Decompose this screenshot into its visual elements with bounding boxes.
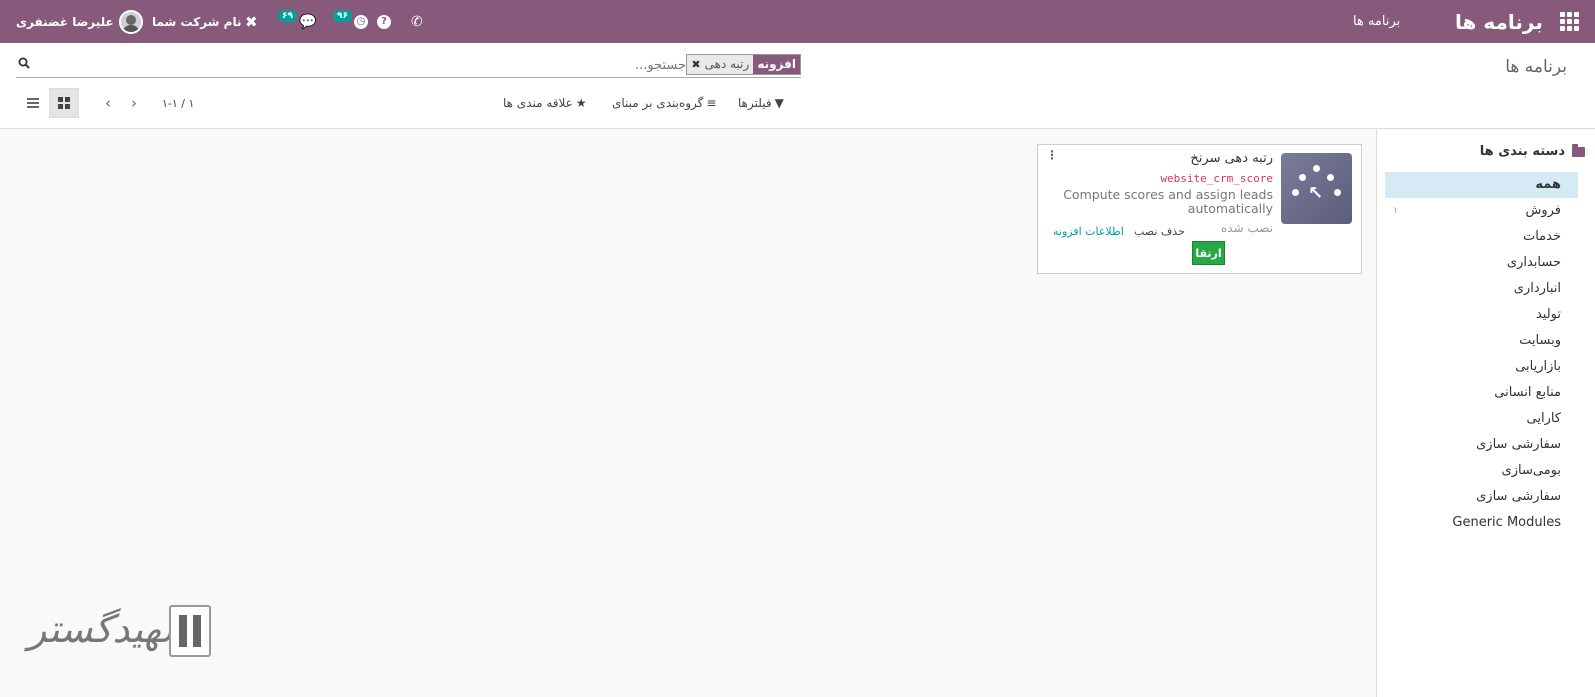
category-item[interactable]: سفارشی سازی	[1385, 432, 1578, 458]
user-name: علیرضا غضنفری	[16, 14, 114, 29]
filters-label: فیلترها	[738, 96, 772, 110]
category-item[interactable]: حسابداری	[1385, 250, 1578, 276]
kanban-view-button[interactable]	[49, 88, 79, 118]
search-icon[interactable]	[18, 57, 30, 73]
category-label: خدمات	[1522, 229, 1561, 244]
category-label: کارایی	[1526, 411, 1562, 426]
category-label: بومی‌سازی	[1501, 463, 1561, 478]
category-label: وبسایت	[1519, 333, 1561, 348]
category-item-all[interactable]: همه	[1385, 172, 1578, 198]
module-technical-name: website_crm_score	[1160, 172, 1273, 185]
activities-count-badge: ۹۶	[333, 9, 352, 22]
groupby-label: گروه‌بندی بر مبنای	[612, 96, 704, 110]
debug-tools-icon[interactable]: ✖	[245, 0, 258, 43]
watermark-logo: ﺷﻬﯿﺪﮔﺴﺘﺮ	[28, 605, 212, 667]
question-icon: ?	[377, 14, 391, 29]
category-item[interactable]: کارایی	[1385, 406, 1578, 432]
category-item[interactable]: بومی‌سازی	[1385, 458, 1578, 484]
module-status: نصب شده	[1221, 221, 1273, 235]
folder-icon	[1572, 143, 1585, 157]
favorites-label: علاقه مندی ها	[503, 96, 573, 110]
facet-value-text: رتبه دهی	[704, 57, 750, 71]
remove-facet-icon[interactable]: ✖	[691, 55, 700, 74]
filter-icon: ▼	[774, 96, 784, 110]
facet-label: افزونه	[753, 55, 800, 74]
category-item[interactable]: Generic Modules	[1385, 510, 1578, 536]
category-label: منابع انسانی	[1494, 385, 1561, 400]
category-label: تولید	[1535, 307, 1561, 322]
category-item[interactable]: سفارشی سازی	[1385, 484, 1578, 510]
module-description: Compute scores and assign leads automati…	[1063, 187, 1273, 216]
category-count: ۱	[1393, 206, 1398, 216]
menu-item-apps[interactable]: برنامه ها	[1353, 0, 1400, 43]
company-switcher[interactable]: نام شرکت شما	[152, 0, 241, 43]
help-button[interactable]: ?	[377, 0, 391, 43]
category-item[interactable]: وبسایت	[1385, 328, 1578, 354]
filters-dropdown[interactable]: فیلترها ▼	[738, 93, 784, 113]
module-info-link[interactable]: اطلاعات افزونه	[1053, 225, 1124, 238]
category-label: حسابداری	[1506, 255, 1561, 270]
category-label: انبارداری	[1513, 281, 1561, 296]
list-icon	[27, 96, 39, 110]
facet-value: ✖ رتبه دهی	[687, 55, 754, 74]
category-item[interactable]: بازاریابی	[1385, 354, 1578, 380]
app-brand-title[interactable]: برنامه ها	[1455, 0, 1543, 43]
upgrade-button[interactable]: ارتقا	[1192, 241, 1225, 265]
pager-next-icon[interactable]: ›	[131, 93, 137, 113]
category-label: سفارشی سازی	[1476, 437, 1561, 452]
star-icon: ★	[575, 96, 587, 110]
pager-value[interactable]: ۱-۱ / ۱	[162, 93, 194, 113]
category-list: همه فروش ۱ خدمات حسابداری انبارداری تولید…	[1385, 172, 1578, 536]
avatar	[118, 9, 143, 34]
pager-prev-icon[interactable]: ‹	[105, 93, 111, 113]
chat-bubbles-icon: 💬	[299, 13, 317, 30]
breadcrumb: برنامه ها	[1505, 57, 1567, 77]
card-dropdown-icon[interactable]: ⋮	[1046, 149, 1058, 161]
category-label: فروش	[1525, 203, 1561, 218]
apps-menu-icon[interactable]	[1560, 0, 1580, 43]
module-card[interactable]: ↖ ⋮ رتبه دهی سرنخ website_crm_score Comp…	[1037, 144, 1362, 274]
groupby-dropdown[interactable]: گروه‌بندی بر مبنای ≡	[612, 93, 716, 113]
category-label: همه	[1535, 177, 1561, 192]
messaging-menu[interactable]: ۶۹ 💬	[278, 0, 316, 43]
search-input[interactable]	[46, 55, 686, 75]
category-item[interactable]: منابع انسانی	[1385, 380, 1578, 406]
categories-header: دسته بندی ها	[1479, 143, 1585, 159]
category-label: سفارشی سازی	[1476, 489, 1561, 504]
kanban-grid-icon	[58, 97, 70, 109]
category-item[interactable]: فروش ۱	[1385, 198, 1578, 224]
arrow-up-left-icon: ↖	[1308, 183, 1324, 204]
category-item[interactable]: انبارداری	[1385, 276, 1578, 302]
watermark-emblem	[169, 605, 211, 657]
favorites-dropdown[interactable]: علاقه مندی ها ★	[503, 93, 587, 113]
category-item[interactable]: خدمات	[1385, 224, 1578, 250]
top-navbar: برنامه ها برنامه ها علیرضا غضنفری نام شر…	[0, 0, 1595, 43]
category-item[interactable]: تولید	[1385, 302, 1578, 328]
module-title: رتبه دهی سرنخ	[1190, 151, 1273, 166]
clock-icon: ◷	[354, 14, 368, 29]
category-label: Generic Modules	[1452, 515, 1561, 530]
category-side-panel: دسته بندی ها همه فروش ۱ خدمات حسابداری ان…	[1376, 130, 1595, 697]
category-label: بازاریابی	[1515, 359, 1561, 374]
activities-menu[interactable]: ۹۶ ◷	[333, 0, 368, 43]
categories-title: دسته بندی ها	[1479, 144, 1565, 159]
uninstall-link[interactable]: حذف نصب	[1134, 225, 1185, 238]
search-facet: ✖ رتبه دهی افزونه	[686, 54, 801, 75]
list-view-button[interactable]	[20, 88, 46, 118]
messages-count-badge: ۶۹	[278, 9, 297, 22]
phone-icon[interactable]: ✆	[411, 0, 423, 43]
search-bar: ✖ رتبه دهی افزونه	[16, 53, 801, 78]
control-panel: برنامه ها ✖ رتبه دهی افزونه فیلترها ▼ گر…	[0, 43, 1595, 129]
module-icon: ↖	[1281, 153, 1352, 224]
user-menu[interactable]: علیرضا غضنفری	[16, 0, 143, 43]
bars-icon: ≡	[706, 96, 717, 110]
